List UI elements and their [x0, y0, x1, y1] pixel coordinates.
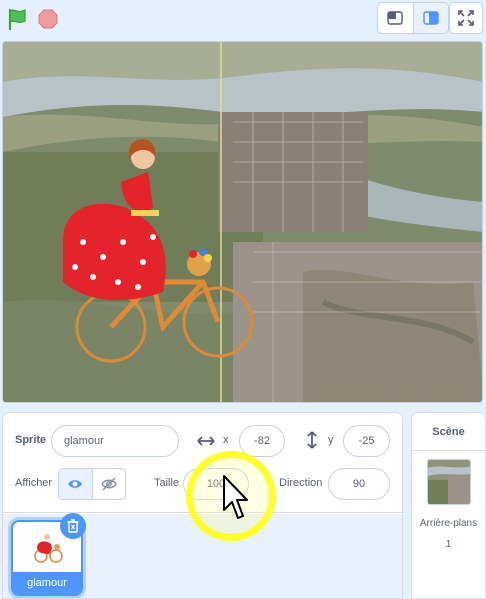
backdrops-label: Arrière-plans	[419, 518, 478, 529]
trash-icon	[67, 519, 79, 533]
sprite-label: Sprite	[15, 434, 47, 446]
large-stage-icon	[423, 11, 439, 25]
small-stage-button[interactable]	[378, 3, 413, 33]
y-value: -25	[358, 435, 375, 447]
large-stage-button[interactable]	[412, 3, 448, 33]
stage-header	[0, 0, 486, 40]
sprite-thumbnail	[34, 534, 63, 563]
direction-input[interactable]: 90	[328, 468, 390, 500]
sprite-name-input[interactable]: glamour	[51, 425, 179, 457]
mouse-pointer-icon	[223, 475, 248, 519]
y-input[interactable]: -25	[343, 425, 390, 457]
stage-size-toggle	[377, 2, 449, 34]
backdrop-thumbnail	[427, 459, 471, 505]
stage-backdrop-map	[3, 42, 482, 402]
eye-icon	[68, 480, 83, 488]
backdrops-count: 1	[445, 539, 452, 550]
x-label: x	[223, 434, 229, 446]
direction-value: 90	[352, 478, 366, 490]
direction-label: Direction	[279, 477, 323, 489]
y-label: y	[328, 434, 334, 446]
show-sprite-button[interactable]	[59, 469, 92, 499]
fullscreen-button[interactable]	[449, 2, 483, 34]
stop-icon[interactable]	[38, 9, 58, 29]
delete-sprite-button[interactable]	[60, 513, 86, 539]
stage-canvas[interactable]	[2, 41, 483, 403]
visibility-toggle	[58, 468, 126, 500]
sprite-tile-name: glamour	[13, 572, 81, 594]
x-value: -82	[254, 435, 270, 447]
x-input[interactable]: -82	[239, 425, 285, 457]
sprite-name-value: glamour	[64, 435, 104, 447]
hide-sprite-button[interactable]	[91, 469, 125, 499]
stage-selector[interactable]: Scène Arrière-plans 1	[411, 412, 486, 599]
y-arrows-icon	[307, 431, 317, 449]
eye-slash-icon	[101, 477, 117, 491]
show-label: Afficher	[15, 477, 53, 489]
fullscreen-icon	[458, 10, 474, 26]
small-stage-icon	[387, 11, 404, 25]
x-arrows-icon	[197, 436, 215, 446]
size-label: Taille	[154, 477, 180, 489]
stage-title: Scène	[412, 413, 485, 451]
green-flag-icon[interactable]	[6, 8, 28, 30]
